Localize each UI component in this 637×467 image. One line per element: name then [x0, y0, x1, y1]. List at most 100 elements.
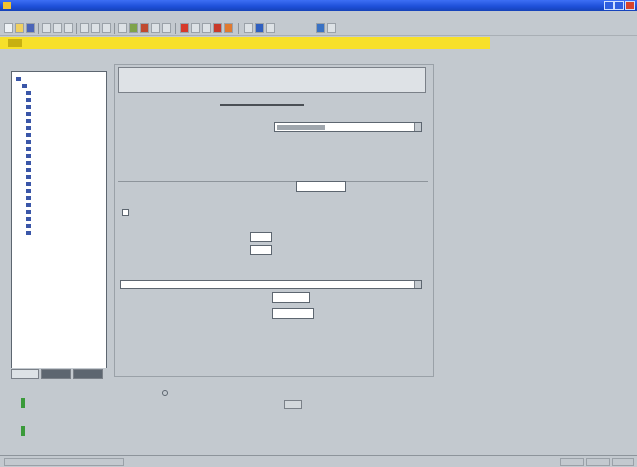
folder-icon	[26, 224, 31, 228]
redo-icon[interactable]	[102, 23, 111, 33]
folder-icon	[26, 91, 31, 95]
folder-icon	[26, 161, 31, 165]
tree-item[interactable]	[12, 188, 106, 194]
folder-icon	[26, 189, 31, 193]
toolbar-separator	[38, 23, 39, 34]
tree-item[interactable]	[12, 76, 106, 82]
folder-icon	[26, 133, 31, 137]
settings-panel	[114, 64, 434, 377]
heading-underline	[220, 104, 304, 106]
tree-item[interactable]	[12, 216, 106, 222]
tree-item[interactable]	[12, 139, 106, 145]
status-bar	[0, 455, 637, 467]
bottom-button[interactable]	[284, 400, 302, 409]
print-icon[interactable]	[42, 23, 51, 33]
chart-icon[interactable]	[191, 23, 200, 33]
toolbar-separator	[238, 23, 239, 34]
folder-icon	[26, 175, 31, 179]
flag-icon[interactable]	[180, 23, 189, 33]
tree-item[interactable]	[12, 125, 106, 131]
title-bar	[0, 0, 637, 11]
tree-item[interactable]	[12, 83, 106, 89]
navigation-tree[interactable]	[11, 71, 107, 377]
new-icon[interactable]	[4, 23, 13, 33]
find-icon[interactable]	[118, 23, 127, 33]
copy-icon[interactable]	[64, 23, 73, 33]
view-icon[interactable]	[244, 23, 253, 33]
tree-item[interactable]	[12, 97, 106, 103]
sidebar-tab-1[interactable]	[11, 369, 39, 379]
tree-item[interactable]	[12, 174, 106, 180]
status-cell-main	[4, 458, 124, 466]
tree-item[interactable]	[12, 181, 106, 187]
folder-icon	[26, 105, 31, 109]
status-indicator-icon	[21, 398, 25, 408]
chevron-down-icon[interactable]	[414, 123, 421, 131]
row2-input[interactable]	[296, 181, 346, 192]
tree-item[interactable]	[12, 118, 106, 124]
bottom-left-list	[11, 380, 107, 440]
tree-item[interactable]	[12, 104, 106, 110]
banner-left-mark	[8, 39, 22, 47]
tree-item[interactable]	[12, 160, 106, 166]
folder-icon	[26, 231, 31, 235]
folder-icon	[26, 126, 31, 130]
row6-input[interactable]	[272, 308, 314, 319]
section2-dropdown[interactable]	[120, 280, 422, 289]
close-button[interactable]	[625, 1, 635, 10]
toolbar	[0, 21, 637, 36]
info-icon[interactable]	[327, 23, 336, 33]
status-indicator-icon	[21, 426, 25, 436]
section1-divider	[118, 181, 428, 182]
tree-item[interactable]	[12, 195, 106, 201]
warning-box	[118, 67, 426, 93]
tree-item[interactable]	[12, 209, 106, 215]
folder-icon	[26, 182, 31, 186]
folder-icon	[16, 77, 21, 81]
tree-item[interactable]	[12, 111, 106, 117]
status-cell-2	[560, 458, 584, 466]
maximize-button[interactable]	[614, 1, 624, 10]
chevron-down-icon[interactable]	[414, 281, 421, 288]
red-tool-icon[interactable]	[213, 23, 222, 33]
info-icon	[162, 390, 168, 396]
help-icon[interactable]	[316, 23, 325, 33]
blue-tool-icon[interactable]	[255, 23, 264, 33]
folder-icon	[26, 210, 31, 214]
row1-dropdown[interactable]	[274, 122, 422, 132]
settings-icon[interactable]	[266, 23, 275, 33]
folder-icon	[26, 147, 31, 151]
arrow-left-icon[interactable]	[129, 23, 138, 33]
folder-icon	[26, 98, 31, 102]
undo-icon[interactable]	[91, 23, 100, 33]
folder-icon	[22, 84, 27, 88]
sidebar-tab-2[interactable]	[41, 369, 71, 379]
row5-input[interactable]	[272, 292, 310, 303]
tree-item[interactable]	[12, 90, 106, 96]
folder-icon	[26, 112, 31, 116]
orange-tool-icon[interactable]	[224, 23, 233, 33]
row4-input[interactable]	[250, 245, 272, 255]
arrow-right-icon[interactable]	[140, 23, 149, 33]
save-icon[interactable]	[26, 23, 35, 33]
minimize-button[interactable]	[604, 1, 614, 10]
open-icon[interactable]	[15, 23, 24, 33]
tree-item[interactable]	[12, 167, 106, 173]
sidebar-tab-3[interactable]	[73, 369, 103, 379]
folder-icon	[26, 140, 31, 144]
bottom-info-area	[114, 390, 314, 445]
refresh-icon[interactable]	[151, 23, 160, 33]
option-checkbox[interactable]	[122, 209, 129, 216]
tool-icon[interactable]	[202, 23, 211, 33]
tree-item[interactable]	[12, 223, 106, 229]
row3-input[interactable]	[250, 232, 272, 242]
tree-item[interactable]	[12, 153, 106, 159]
tree-item[interactable]	[12, 202, 106, 208]
stop-icon[interactable]	[162, 23, 171, 33]
app-icon	[3, 2, 11, 9]
cut-icon[interactable]	[53, 23, 62, 33]
tree-item[interactable]	[12, 132, 106, 138]
tree-item[interactable]	[12, 230, 106, 236]
tree-item[interactable]	[12, 146, 106, 152]
paste-icon[interactable]	[80, 23, 89, 33]
